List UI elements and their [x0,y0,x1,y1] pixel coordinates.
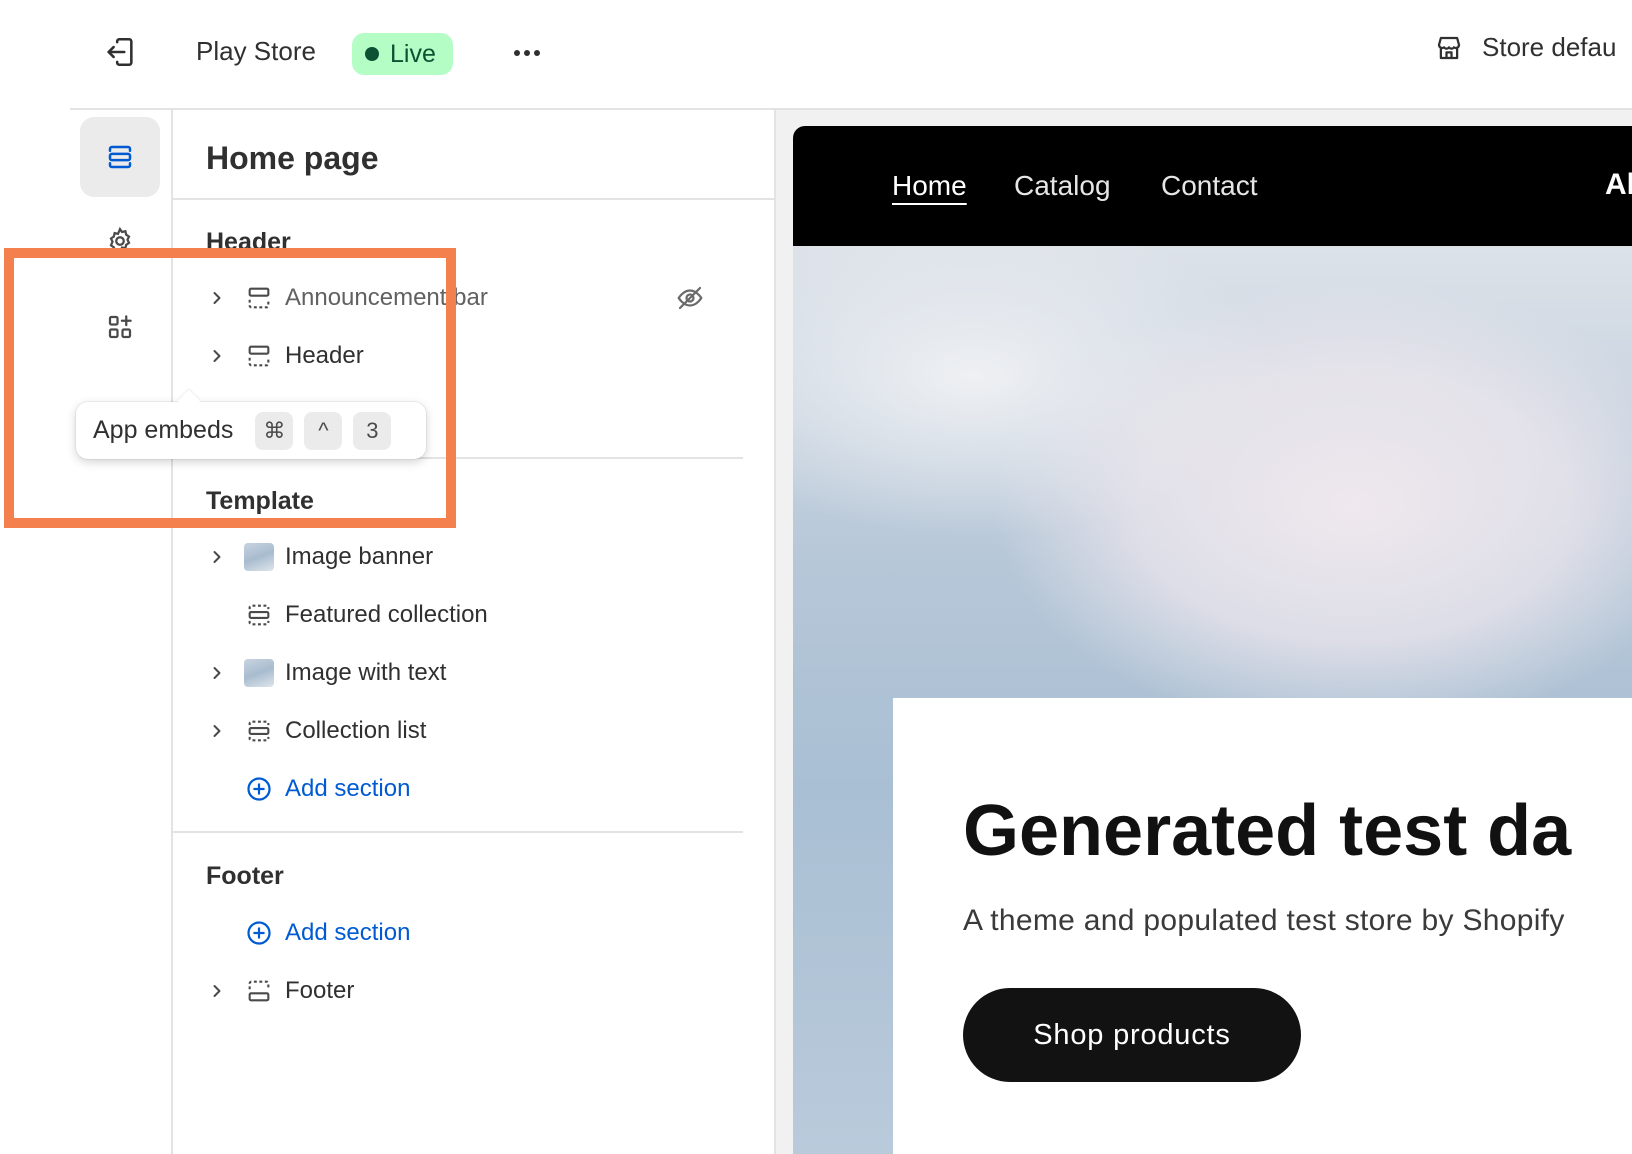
section-icon [243,715,275,747]
image-thumbnail [243,657,275,689]
status-badge-label: Live [390,39,436,68]
rail-sections-button[interactable] [80,117,160,197]
store-default-label: Store defau [1482,32,1617,62]
group-title-header: Header [206,228,291,256]
image-banner: Generated test da A theme and populated … [793,246,1632,1154]
store-name: Play Store [196,36,316,66]
sections-icon [108,145,132,169]
chevron-right-icon[interactable] [201,541,233,573]
store-icon [1437,36,1461,59]
hero-card: Generated test da A theme and populated … [893,698,1632,1154]
more-dot [524,50,530,56]
section-label: Footer [285,977,355,1004]
nav-link-catalog[interactable]: Catalog [1014,170,1111,202]
store-default-selector[interactable]: Store defau [1434,32,1616,63]
status-badge: Live [352,33,453,75]
section-row-collection-list[interactable]: Collection list [201,706,701,756]
chevron-right-icon[interactable] [201,657,233,689]
store-preview[interactable]: Home Catalog Contact Al Generated test d… [793,126,1632,1154]
section-row-announcement-bar[interactable]: Announcement bar [201,273,701,323]
app-embeds-tooltip: App embeds ⌘ ^ 3 [76,402,426,459]
tooltip-label: App embeds [93,416,234,444]
chevron-right-icon[interactable] [201,715,233,747]
gear-icon [109,226,131,256]
chevron-right-icon[interactable] [201,340,233,372]
section-row-header[interactable]: Header [201,331,701,381]
group-title-template: Template [206,487,314,515]
keyboard-key-3: 3 [353,411,392,450]
hero-subtitle: A theme and populated test store by Shop… [963,904,1565,937]
section-label: Announcement bar [285,284,488,311]
add-section-label: Add section [285,775,411,802]
chevron-right-icon[interactable] [201,975,233,1007]
app-embeds-icon [108,315,132,339]
section-row-image-with-text[interactable]: Image with text [201,648,701,698]
more-dot [534,50,540,56]
section-label: Featured collection [285,601,488,628]
add-section-button[interactable]: Add section [201,908,701,958]
section-row-featured-collection[interactable]: Featured collection [201,590,701,640]
footer-section-icon [243,975,275,1007]
section-row-image-banner[interactable]: Image banner [201,532,701,582]
live-dot-icon [365,47,379,61]
plus-circle-icon [243,917,275,949]
section-icon [243,599,275,631]
store-brand[interactable]: Al [1605,168,1632,202]
section-icon [243,340,275,372]
hero-title: Generated test da [963,791,1572,871]
exit-icon [107,37,133,67]
keyboard-key-control: ^ [304,411,343,450]
keyboard-key-command: ⌘ [255,411,294,450]
section-label: Image with text [285,659,447,686]
add-section-label: Add section [285,919,411,946]
panel-divider [173,831,743,833]
nav-link-contact[interactable]: Contact [1161,170,1258,202]
exit-button[interactable] [100,32,140,72]
group-title-footer: Footer [206,862,284,890]
plus-circle-icon [243,773,275,805]
store-nav: Home Catalog Contact Al [793,126,1632,246]
left-rail [70,110,173,1154]
section-label: Header [285,342,364,369]
section-icon [243,282,275,314]
editor-topbar: Play Store Live Store defau [0,0,1632,106]
chevron-right-icon[interactable] [201,282,233,314]
more-horizontal-icon [514,50,520,56]
more-actions-button[interactable] [508,36,546,70]
panel-divider [173,198,776,200]
add-section-button[interactable]: Add section [201,764,701,814]
section-row-footer[interactable]: Footer [201,966,701,1016]
image-thumbnail [243,541,275,573]
hidden-eye-icon[interactable] [673,281,707,315]
shop-products-button[interactable]: Shop products [963,988,1301,1082]
sections-panel: Home page Header Announcement bar Header… [173,110,776,1154]
section-label: Image banner [285,543,434,570]
rail-settings-button[interactable] [80,201,160,281]
nav-link-home[interactable]: Home [892,170,967,202]
page-title: Home page [206,140,379,176]
rail-app-embeds-button[interactable] [80,287,160,367]
section-label: Collection list [285,717,427,744]
